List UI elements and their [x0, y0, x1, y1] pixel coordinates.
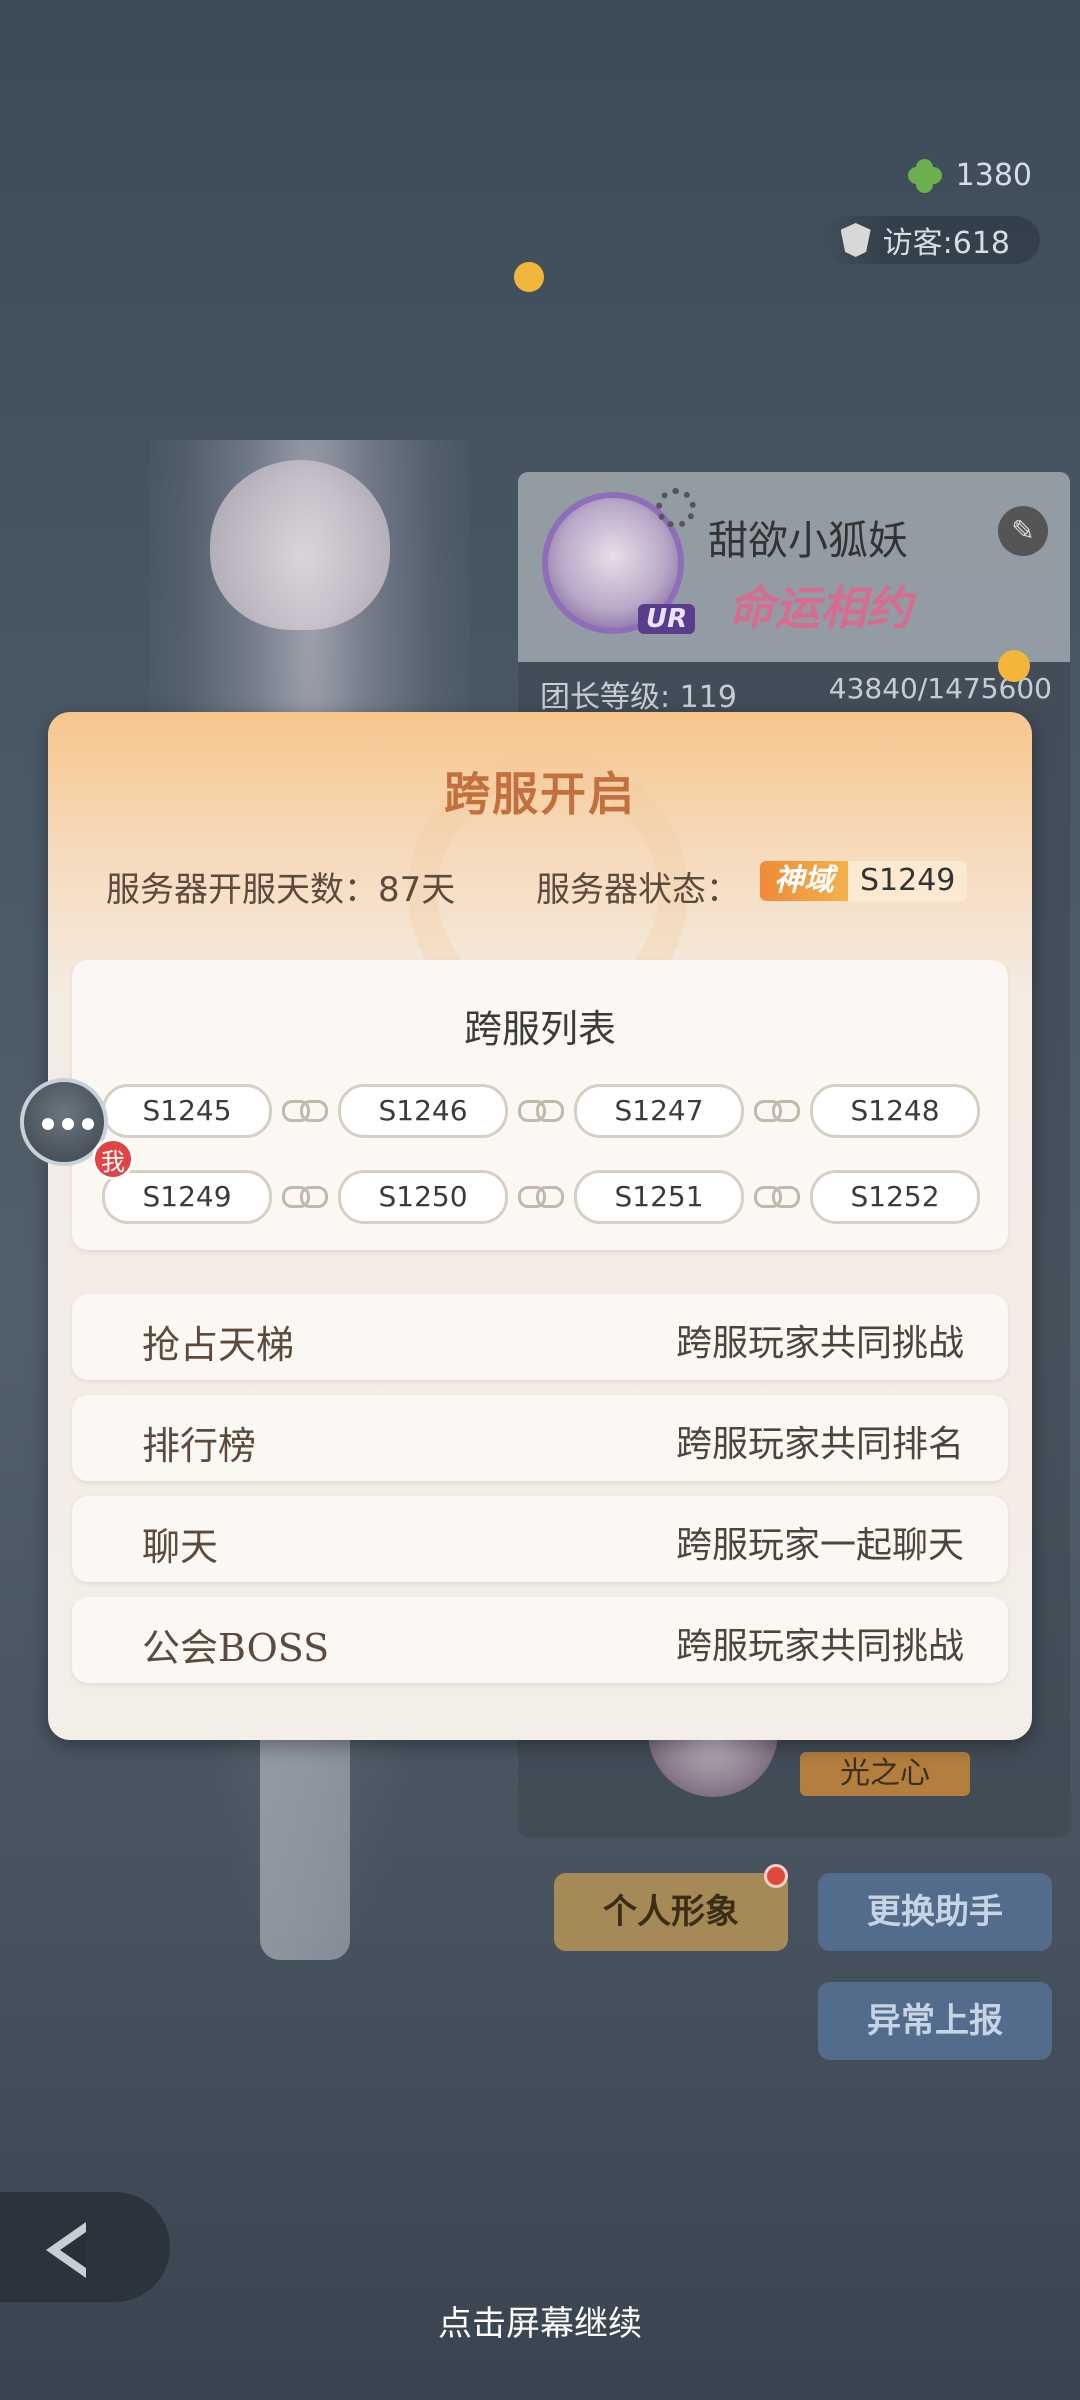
link-icon [754, 1186, 800, 1208]
server-open-days: 服务器开服天数：87天 [106, 870, 456, 910]
feature-ranking: 排行榜 跨服玩家共同排名 [72, 1395, 1008, 1481]
notification-dot [764, 1864, 788, 1888]
feature-desc: 跨服玩家一起聊天 [675, 1525, 964, 1566]
feature-name: 排行榜 [142, 1424, 257, 1468]
character-face [210, 460, 390, 630]
feature-ladder: 抢占天梯 跨服玩家共同挑战 [72, 1294, 1008, 1380]
clover-icon [907, 158, 942, 193]
profile-name: 甜欲小狐妖 [708, 518, 908, 564]
link-icon [518, 1100, 564, 1122]
report-button[interactable]: 异常上报 [818, 1982, 1052, 2060]
floating-orb [514, 262, 544, 292]
floating-orb [998, 650, 1030, 682]
link-icon [282, 1100, 328, 1122]
server-status-label: 服务器状态： [536, 870, 740, 910]
status-server-id: S1249 [848, 861, 968, 901]
helper-tag: 光之心 [800, 1752, 970, 1796]
server-pill: S1245 [102, 1084, 272, 1138]
visitor-icon [840, 223, 871, 257]
server-status-badge: 神域 S1249 [760, 858, 968, 904]
list-title: 跨服列表 [463, 1007, 616, 1051]
feature-name: 聊天 [142, 1525, 219, 1569]
profile-title: 命运相约 [728, 581, 912, 635]
cross-server-list: 跨服列表 S1245 S1246 S1247 S1248 S1249 S1250… [72, 960, 1008, 1250]
server-pill: S1246 [338, 1084, 508, 1138]
rarity-badge: UR [638, 604, 696, 634]
feature-desc: 跨服玩家共同挑战 [675, 1626, 964, 1667]
server-pill: S1250 [338, 1170, 508, 1224]
server-pill: S1247 [574, 1084, 744, 1138]
feature-guild-boss: 公会BOSS 跨服玩家共同挑战 [72, 1597, 1008, 1683]
server-pill: S1252 [810, 1170, 980, 1224]
server-pill: S1248 [810, 1084, 980, 1138]
level-label: 团长等级: 119 [540, 680, 737, 715]
visitor-count: 访客:618 [882, 226, 1010, 261]
feature-chat: 聊天 跨服玩家一起聊天 [72, 1496, 1008, 1582]
feature-name: 公会BOSS [142, 1626, 330, 1670]
dialog-title: 跨服开启 [444, 767, 636, 821]
feature-name: 抢占天梯 [142, 1323, 295, 1367]
my-server-badge: 我 [92, 1138, 134, 1180]
status-tier: 神域 [760, 861, 848, 901]
link-icon [282, 1186, 328, 1208]
tap-to-continue[interactable]: 点击屏幕继续 [0, 2296, 1080, 2345]
server-pill: S1251 [574, 1170, 744, 1224]
link-icon [518, 1186, 564, 1208]
cross-server-dialog: 跨服开启 服务器开服天数：87天 服务器状态： 神域 S1249 跨服列表 S1… [48, 712, 1032, 1740]
persona-button[interactable]: 个人形象 [554, 1873, 788, 1951]
back-arrow-icon-inner [60, 2232, 86, 2268]
edit-icon[interactable]: ✎ [998, 506, 1048, 556]
clover-counter: 1380 [907, 158, 1032, 193]
clover-count: 1380 [955, 158, 1032, 193]
change-helper-button[interactable]: 更换助手 [818, 1873, 1052, 1951]
feature-desc: 跨服玩家共同挑战 [675, 1323, 964, 1364]
feature-desc: 跨服玩家共同排名 [675, 1424, 964, 1465]
gear-icon[interactable] [656, 488, 696, 528]
visitor-counter: 访客:618 [820, 216, 1040, 264]
server-pill: S1249 [102, 1170, 272, 1224]
link-icon [754, 1100, 800, 1122]
